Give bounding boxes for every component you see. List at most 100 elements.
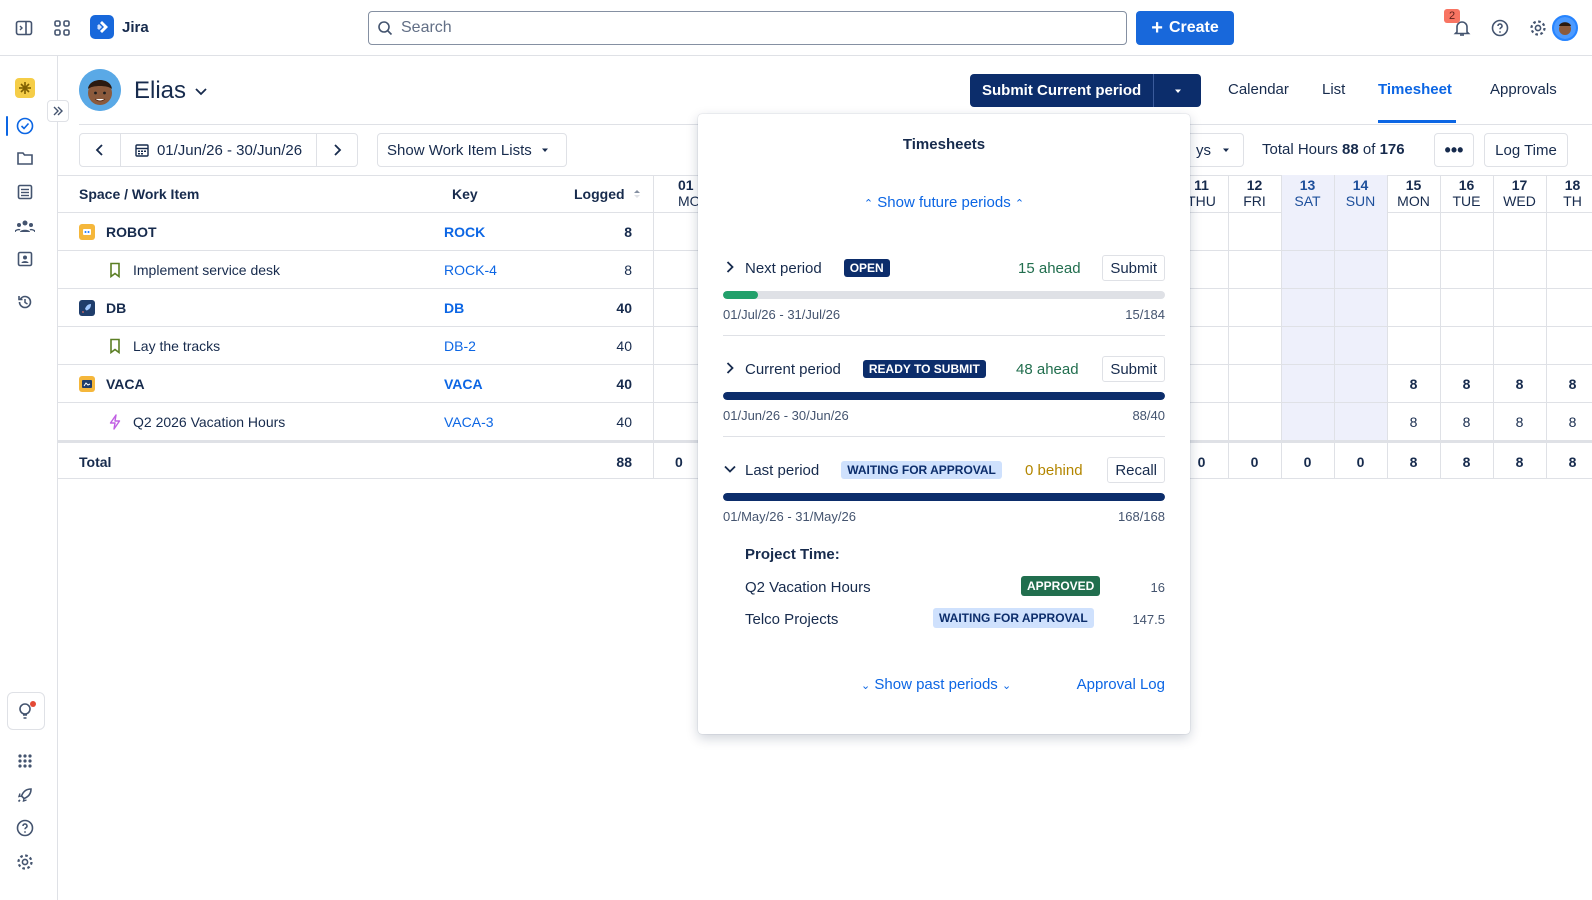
- date-range-picker[interactable]: 01/Jun/26 - 30/Jun/26: [120, 134, 317, 166]
- day-hours-cell[interactable]: 8: [1546, 365, 1592, 403]
- day-hours-cell[interactable]: 8: [1493, 403, 1546, 441]
- day-hours-cell[interactable]: [1228, 251, 1281, 289]
- settings-gear-sidebar-icon[interactable]: [13, 850, 37, 874]
- app-switcher-icon[interactable]: [50, 16, 74, 40]
- show-past-periods-link[interactable]: ⌄ Show past periods ⌄: [861, 676, 1011, 693]
- day-hours-cell[interactable]: 8: [1546, 403, 1592, 441]
- timesheet-check-icon[interactable]: [13, 114, 37, 138]
- tab-approvals[interactable]: Approvals: [1490, 81, 1557, 98]
- day-hours-cell[interactable]: [1440, 213, 1493, 251]
- day-hours-cell[interactable]: [1546, 213, 1592, 251]
- chevron-down-icon: [723, 462, 737, 479]
- day-hours-cell[interactable]: [1440, 289, 1493, 327]
- more-actions-button[interactable]: •••: [1434, 133, 1474, 167]
- day-hours-cell[interactable]: [1228, 213, 1281, 251]
- contact-card-icon[interactable]: [13, 247, 37, 271]
- previous-period-button[interactable]: [80, 134, 120, 166]
- day-hours-cell[interactable]: [1281, 403, 1334, 441]
- apps-grid-icon[interactable]: [13, 749, 37, 773]
- header-key[interactable]: Key: [452, 175, 478, 213]
- day-hours-cell[interactable]: 8: [1387, 403, 1440, 441]
- search-input[interactable]: [401, 19, 1081, 37]
- day-hours-cell[interactable]: [1281, 213, 1334, 251]
- submit-current-period-button[interactable]: Submit Current period: [970, 74, 1154, 107]
- day-hours-cell[interactable]: [1493, 327, 1546, 365]
- day-hours-cell[interactable]: [1334, 251, 1387, 289]
- day-hours-cell[interactable]: [1387, 289, 1440, 327]
- day-hours-cell[interactable]: [1228, 289, 1281, 327]
- jira-logo[interactable]: Jira: [90, 15, 149, 39]
- period-action-button[interactable]: Submit: [1102, 356, 1165, 382]
- period-action-button[interactable]: Submit: [1102, 255, 1165, 281]
- history-icon[interactable]: [13, 290, 37, 314]
- submit-dropdown-button[interactable]: [1153, 74, 1202, 107]
- day-hours-cell[interactable]: [1334, 365, 1387, 403]
- work-item-key-link[interactable]: VACA: [444, 365, 483, 403]
- day-hours-cell[interactable]: [1334, 289, 1387, 327]
- day-hours-cell[interactable]: 8: [1387, 365, 1440, 403]
- work-item-name[interactable]: Lay the tracks: [133, 327, 220, 365]
- period-header[interactable]: Last period WAITING FOR APPROVAL: [723, 457, 1165, 483]
- tab-calendar[interactable]: Calendar: [1228, 81, 1289, 98]
- folder-icon[interactable]: [13, 146, 37, 170]
- header-logged[interactable]: Logged: [574, 175, 643, 213]
- day-hours-cell[interactable]: 8: [1440, 365, 1493, 403]
- day-hours-cell[interactable]: [1228, 365, 1281, 403]
- show-future-periods-link[interactable]: ⌃ Show future periods ⌃: [698, 194, 1190, 211]
- header-space-work-item[interactable]: Space / Work Item: [79, 175, 199, 213]
- search-box[interactable]: [368, 11, 1127, 45]
- period-header[interactable]: Current period READY TO SUBMIT: [723, 356, 1165, 382]
- user-selector[interactable]: Elias: [134, 77, 208, 105]
- day-hours-cell[interactable]: [1228, 403, 1281, 441]
- day-hours-cell[interactable]: [1281, 365, 1334, 403]
- day-hours-cell[interactable]: [1387, 213, 1440, 251]
- log-time-button[interactable]: Log Time: [1484, 133, 1568, 167]
- day-hours-cell[interactable]: [1493, 289, 1546, 327]
- day-hours-cell[interactable]: [1334, 403, 1387, 441]
- help-icon[interactable]: [1488, 16, 1512, 40]
- rocket-icon[interactable]: [13, 783, 37, 807]
- next-period-button[interactable]: [317, 134, 357, 166]
- day-hours-cell[interactable]: [1228, 327, 1281, 365]
- work-item-key-link[interactable]: VACA-3: [444, 403, 494, 441]
- tab-list[interactable]: List: [1322, 81, 1345, 98]
- approval-log-link[interactable]: Approval Log: [1077, 676, 1165, 693]
- expand-sidebar-icon[interactable]: [47, 100, 69, 122]
- create-button[interactable]: + Create: [1136, 11, 1234, 45]
- day-hours-cell[interactable]: [1546, 289, 1592, 327]
- day-hours-cell[interactable]: 8: [1493, 365, 1546, 403]
- work-item-key-link[interactable]: ROCK-4: [444, 251, 497, 289]
- day-hours-cell[interactable]: [1334, 327, 1387, 365]
- work-item-name[interactable]: Q2 2026 Vacation Hours: [133, 403, 285, 441]
- work-item-key-link[interactable]: DB-2: [444, 327, 476, 365]
- day-hours-cell[interactable]: [1387, 327, 1440, 365]
- period-header[interactable]: Next period OPEN: [723, 255, 1165, 281]
- tab-timesheet[interactable]: Timesheet: [1378, 81, 1452, 98]
- help-circle-icon[interactable]: [13, 816, 37, 840]
- show-work-item-lists-dropdown[interactable]: Show Work Item Lists: [377, 133, 567, 167]
- work-item-key-link[interactable]: ROCK: [444, 213, 485, 251]
- day-hours-cell[interactable]: [1440, 251, 1493, 289]
- day-of-week: SAT: [1294, 193, 1321, 209]
- day-hours-cell[interactable]: [1281, 289, 1334, 327]
- team-people-icon[interactable]: [13, 214, 37, 238]
- day-hours-cell[interactable]: [1546, 327, 1592, 365]
- day-hours-cell[interactable]: 8: [1440, 403, 1493, 441]
- work-item-name[interactable]: Implement service desk: [133, 251, 280, 289]
- ideas-lightbulb-icon[interactable]: [7, 692, 45, 730]
- day-hours-cell[interactable]: [1281, 251, 1334, 289]
- day-hours-cell[interactable]: [1440, 327, 1493, 365]
- profile-avatar[interactable]: [1552, 15, 1578, 41]
- settings-gear-icon[interactable]: [1526, 16, 1550, 40]
- work-item-key-link[interactable]: DB: [444, 289, 464, 327]
- period-action-button[interactable]: Recall: [1107, 457, 1165, 483]
- day-hours-cell[interactable]: [1387, 251, 1440, 289]
- day-hours-cell[interactable]: [1493, 251, 1546, 289]
- day-hours-cell[interactable]: [1334, 213, 1387, 251]
- for-you-star-icon[interactable]: [13, 76, 37, 100]
- day-hours-cell[interactable]: [1546, 251, 1592, 289]
- list-report-icon[interactable]: [13, 180, 37, 204]
- day-hours-cell[interactable]: [1493, 213, 1546, 251]
- day-hours-cell[interactable]: [1281, 327, 1334, 365]
- sidebar-toggle-icon[interactable]: [12, 16, 36, 40]
